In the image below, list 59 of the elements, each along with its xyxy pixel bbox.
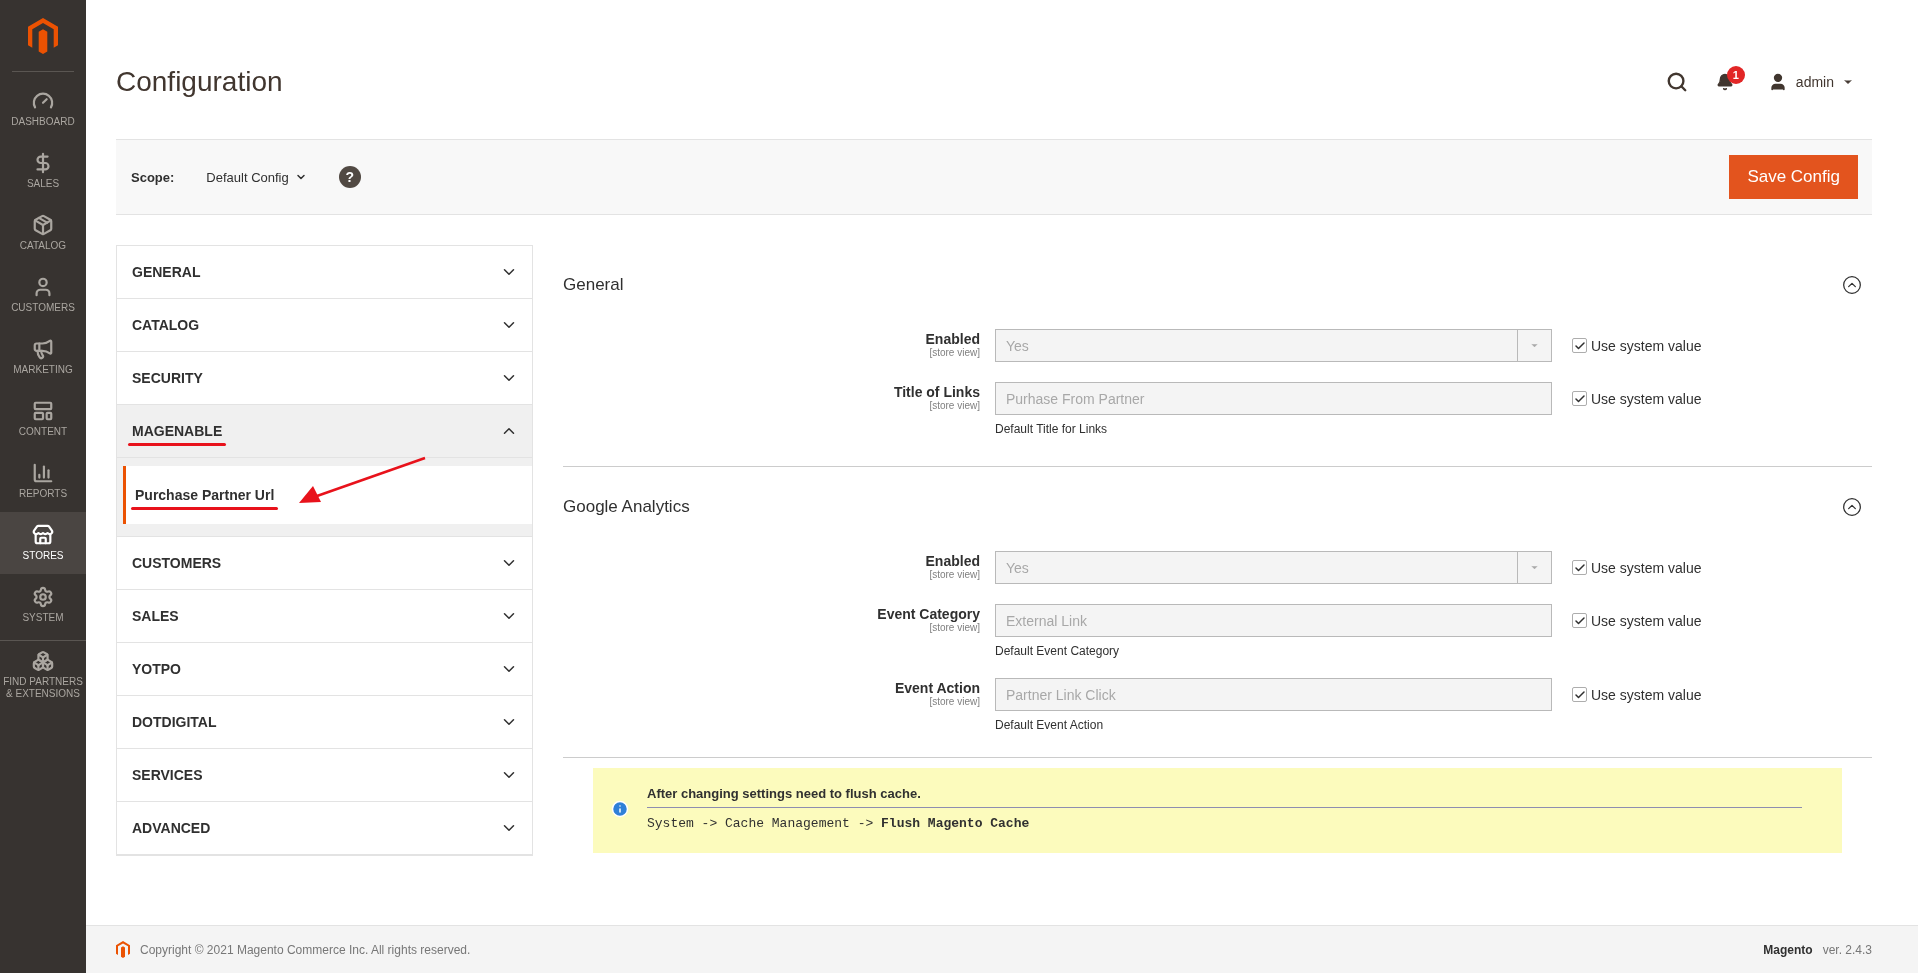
field-label: Enabled bbox=[924, 553, 980, 569]
logo-icon bbox=[116, 941, 130, 958]
scope-hint: [store view] bbox=[928, 569, 980, 580]
field-note: Default Title for Links bbox=[995, 422, 1109, 436]
brand-name: Magento bbox=[1763, 942, 1813, 957]
checkbox-label: Use system value bbox=[1591, 390, 1702, 407]
collapse-icon bbox=[1842, 497, 1862, 517]
notifications-icon[interactable] bbox=[1715, 72, 1734, 91]
scope-hint: [store view] bbox=[928, 696, 980, 707]
scope-hint: [store view] bbox=[928, 400, 980, 411]
notice-title: After changing settings need to flush cache. bbox=[647, 786, 1802, 808]
scope-hint: [store view] bbox=[928, 622, 980, 633]
copyright-text: Copyright © 2021 Magento Commerce Inc. All rights reserved. bbox=[140, 942, 471, 957]
blocks-icon bbox=[32, 649, 54, 672]
checkbox-label: Use system value bbox=[1591, 612, 1702, 629]
layout-icon bbox=[32, 400, 54, 422]
sidebar-item[interactable]: REPORTS bbox=[0, 450, 86, 512]
scope-dropdown[interactable]: Default Config bbox=[200, 168, 313, 186]
save-config-button[interactable]: Save Config bbox=[1729, 155, 1858, 199]
info-icon bbox=[611, 799, 629, 818]
logo-icon[interactable] bbox=[28, 17, 58, 54]
config-section-tab[interactable]: MAGENABLE bbox=[117, 405, 532, 458]
user-menu[interactable]: admin bbox=[1761, 70, 1860, 93]
sidebar-item[interactable]: SYSTEM bbox=[0, 574, 86, 636]
checkbox-label: Use system value bbox=[1591, 686, 1702, 703]
scope-label: Scope: bbox=[131, 169, 175, 185]
field-label: Enabled bbox=[924, 331, 980, 347]
sidebar-item[interactable]: SALES bbox=[0, 140, 86, 202]
storefront-icon bbox=[32, 524, 54, 546]
sidebar-item[interactable]: MARKETING bbox=[0, 326, 86, 388]
sidebar-item[interactable]: CATALOG bbox=[0, 202, 86, 264]
field-note: Default Event Category bbox=[995, 644, 1121, 658]
scope-hint: [store view] bbox=[928, 347, 980, 358]
notification-count: 1 bbox=[1726, 65, 1745, 84]
field-label: Event Action bbox=[893, 680, 980, 696]
person-icon bbox=[32, 276, 54, 298]
checkbox-label: Use system value bbox=[1591, 337, 1702, 354]
version-text: ver. 2.4.3 bbox=[1822, 942, 1872, 957]
page-title: Configuration bbox=[116, 65, 283, 98]
checkbox-label: Use system value bbox=[1591, 559, 1702, 576]
field-label: Title of Links bbox=[892, 384, 980, 400]
box-icon bbox=[32, 214, 54, 236]
field-note: Default Event Action bbox=[995, 718, 1105, 732]
help-button[interactable]: ? bbox=[338, 166, 361, 188]
sidebar-item[interactable]: STORES bbox=[0, 512, 86, 574]
bar-chart-icon bbox=[32, 462, 54, 484]
sidebar-item[interactable]: DASHBOARD bbox=[0, 78, 86, 140]
settings-icon bbox=[32, 586, 54, 608]
collapse-icon bbox=[1842, 275, 1862, 295]
sidebar-item[interactable]: CONTENT bbox=[0, 388, 86, 450]
field-label: Event Category bbox=[876, 606, 980, 622]
group-header[interactable]: Google Analytics bbox=[563, 467, 1872, 542]
sidebar-item[interactable]: CUSTOMERS bbox=[0, 264, 86, 326]
megaphone-icon bbox=[32, 338, 54, 360]
sidebar-item[interactable]: FIND PARTNERS & EXTENSIONS bbox=[0, 640, 86, 702]
search-icon[interactable] bbox=[1665, 70, 1688, 93]
config-subsection-link[interactable]: Purchase Partner Url bbox=[123, 466, 532, 524]
notice-text: System -> Cache Management -> Flush Magento Cache bbox=[647, 815, 1031, 831]
group-header[interactable]: General bbox=[563, 245, 1872, 320]
